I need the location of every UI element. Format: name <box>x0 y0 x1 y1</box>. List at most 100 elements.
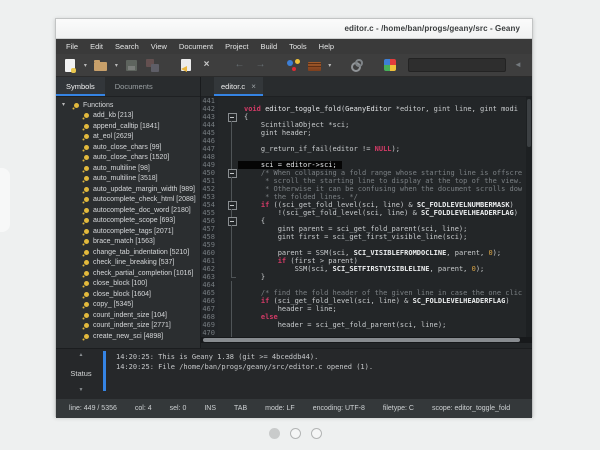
code-line-457[interactable]: 457 gint parent = sci_get_fold_parent(sc… <box>201 225 532 233</box>
code-line-462[interactable]: 462 SSM(sci, SCI_SETFIRSTVISIBLELINE, pa… <box>201 265 532 273</box>
symbol-auto_update_margin_width[interactable]: auto_update_margin_width [989] <box>56 184 200 195</box>
build-button[interactable] <box>305 56 323 74</box>
symbol-copy_[interactable]: copy_ [5345] <box>56 300 200 311</box>
tab-close-icon[interactable]: × <box>251 83 256 91</box>
code-line-454[interactable]: 454 if ((sci_get_fold_level(sci, line) &… <box>201 201 532 209</box>
toolbar-search-input[interactable] <box>408 58 506 72</box>
new-file-button[interactable] <box>61 56 79 74</box>
symbol-auto_multiline[interactable]: auto_multiline [3518] <box>56 174 200 185</box>
menu-item-view[interactable]: View <box>145 39 173 54</box>
horizontal-scrollbar[interactable] <box>201 337 532 343</box>
code-line-445[interactable]: 445 gint header; <box>201 129 532 137</box>
code-line-441[interactable]: 441 <box>201 97 532 105</box>
execute-button[interactable] <box>348 56 366 74</box>
symbol-autocomplete_tags[interactable]: autocomplete_tags [2071] <box>56 226 200 237</box>
code-line-463[interactable]: 463 } <box>201 273 532 281</box>
menu-item-project[interactable]: Project <box>219 39 254 54</box>
code-line-452[interactable]: 452 * Otherwise it can be confusing when… <box>201 185 532 193</box>
carousel-dot-1[interactable] <box>269 428 280 439</box>
fold-collapse-icon[interactable] <box>226 169 238 177</box>
new-file-dropdown-icon[interactable]: ▾ <box>82 62 89 69</box>
symbol-at_eol[interactable]: at_eol [2629] <box>56 132 200 143</box>
menu-item-document[interactable]: Document <box>173 39 219 54</box>
code-line-468[interactable]: 468 else <box>201 313 532 321</box>
save-button[interactable] <box>123 56 141 74</box>
color-chooser-button[interactable] <box>381 56 399 74</box>
symbol-check_partial_completion[interactable]: check_partial_completion [1016] <box>56 268 200 279</box>
code-line-448[interactable]: 448 <box>201 153 532 161</box>
menu-item-file[interactable]: File <box>60 39 84 54</box>
symbol-count_indent_size[interactable]: count_indent_size [104] <box>56 310 200 321</box>
symbol-auto_multiline[interactable]: auto_multiline [98] <box>56 163 200 174</box>
tab-documents[interactable]: Documents <box>105 77 163 96</box>
code-line-444[interactable]: 444 ScintillaObject *sci; <box>201 121 532 129</box>
code-line-455[interactable]: 455 !(sci_get_fold_level(sci, line) & SC… <box>201 209 532 217</box>
revert-button[interactable] <box>177 56 195 74</box>
code-line-465[interactable]: 465 /* find the fold header of the given… <box>201 289 532 297</box>
menu-item-help[interactable]: Help <box>313 39 340 54</box>
close-file-button[interactable]: × <box>198 56 216 74</box>
carousel-dot-3[interactable] <box>311 428 322 439</box>
code-line-470[interactable]: 470 <box>201 329 532 337</box>
code-line-460[interactable]: 460 parent = SSM(sci, SCI_VISIBLEFROMDOC… <box>201 249 532 257</box>
tab-scroll-down-icon[interactable]: ▼ <box>79 388 84 393</box>
code-line-453[interactable]: 453 * the folded lines. */ <box>201 193 532 201</box>
symbol-auto_close_chars[interactable]: auto_close_chars [1520] <box>56 153 200 164</box>
vscroll-thumb[interactable] <box>527 99 531 147</box>
symbol-create_new_sci[interactable]: create_new_sci [4898] <box>56 331 200 342</box>
editor-area[interactable]: 441442void editor_toggle_fold(GeanyEdito… <box>201 97 532 348</box>
symbol-close_block[interactable]: close_block [1604] <box>56 289 200 300</box>
symbol-autocomplete_doc_word[interactable]: autocomplete_doc_word [2180] <box>56 205 200 216</box>
code-line-442[interactable]: 442void editor_toggle_fold(GeanyEditor *… <box>201 105 532 113</box>
code-line-459[interactable]: 459 <box>201 241 532 249</box>
code-line-449[interactable]: 449 sci = editor->sci; <box>201 161 532 169</box>
code-line-464[interactable]: 464 <box>201 281 532 289</box>
carousel-dot-2[interactable] <box>290 428 301 439</box>
menu-item-tools[interactable]: Tools <box>283 39 313 54</box>
tree-root-functions[interactable]: ▾ Functions <box>56 100 200 111</box>
symbol-count_indent_size[interactable]: count_indent_size [2771] <box>56 321 200 332</box>
menu-item-search[interactable]: Search <box>109 39 145 54</box>
symbol-brace_match[interactable]: brace_match [1563] <box>56 237 200 248</box>
jump-to-button[interactable]: ◄ <box>509 56 527 74</box>
symbol-autocomplete_scope[interactable]: autocomplete_scope [693] <box>56 216 200 227</box>
compile-button[interactable] <box>284 56 302 74</box>
tab-scroll-up-icon[interactable]: ▲ <box>79 353 84 358</box>
symbol-change_tab_indentation[interactable]: change_tab_indentation [5210] <box>56 247 200 258</box>
expander-icon[interactable]: ▾ <box>62 102 70 108</box>
code-line-456[interactable]: 456 { <box>201 217 532 225</box>
code-line-451[interactable]: 451 * scroll the starting line to displa… <box>201 177 532 185</box>
save-all-button[interactable] <box>144 56 162 74</box>
menu-item-build[interactable]: Build <box>254 39 283 54</box>
code-line-446[interactable]: 446 <box>201 137 532 145</box>
code-line-443[interactable]: 443{ <box>201 113 532 121</box>
tab-symbols[interactable]: Symbols <box>56 77 105 96</box>
fold-collapse-icon[interactable] <box>226 113 238 121</box>
open-file-button[interactable] <box>92 56 110 74</box>
nav-forward-button[interactable]: → <box>251 56 269 74</box>
symbol-add_kb[interactable]: add_kb [213] <box>56 111 200 122</box>
fold-collapse-icon[interactable] <box>226 201 238 209</box>
symbol-check_line_breaking[interactable]: check_line_breaking [537] <box>56 258 200 269</box>
code-line-469[interactable]: 469 header = sci_get_fold_parent(sci, li… <box>201 321 532 329</box>
symbol-autocomplete_check_html[interactable]: autocomplete_check_html [2088] <box>56 195 200 206</box>
code-line-461[interactable]: 461 if (first > parent) <box>201 257 532 265</box>
code-line-467[interactable]: 467 header = line; <box>201 305 532 313</box>
nav-back-button[interactable]: ← <box>231 56 249 74</box>
symbol-close_block[interactable]: close_block [100] <box>56 279 200 290</box>
code-line-458[interactable]: 458 gint first = sci_get_first_visible_l… <box>201 233 532 241</box>
symbol-append_calltip[interactable]: append_calltip [1841] <box>56 121 200 132</box>
build-dropdown-icon[interactable]: ▾ <box>326 62 333 69</box>
titlebar[interactable]: editor.c - /home/ban/progs/geany/src - G… <box>56 19 532 39</box>
code-line-450[interactable]: 450 /* When collapsing a fold range whos… <box>201 169 532 177</box>
tab-editor-c[interactable]: editor.c × <box>214 77 263 96</box>
open-file-dropdown-icon[interactable]: ▾ <box>113 62 120 69</box>
code-line-466[interactable]: 466 if (sci_get_fold_level(sci, line) & … <box>201 297 532 305</box>
vertical-scrollbar[interactable] <box>526 97 532 337</box>
menu-item-edit[interactable]: Edit <box>84 39 109 54</box>
hscroll-thumb[interactable] <box>203 338 520 342</box>
tab-status[interactable]: Status <box>70 369 91 378</box>
symbol-auto_close_chars[interactable]: auto_close_chars [99] <box>56 142 200 153</box>
fold-collapse-icon[interactable] <box>226 217 238 225</box>
code-line-447[interactable]: 447 g_return_if_fail(editor != NULL); <box>201 145 532 153</box>
